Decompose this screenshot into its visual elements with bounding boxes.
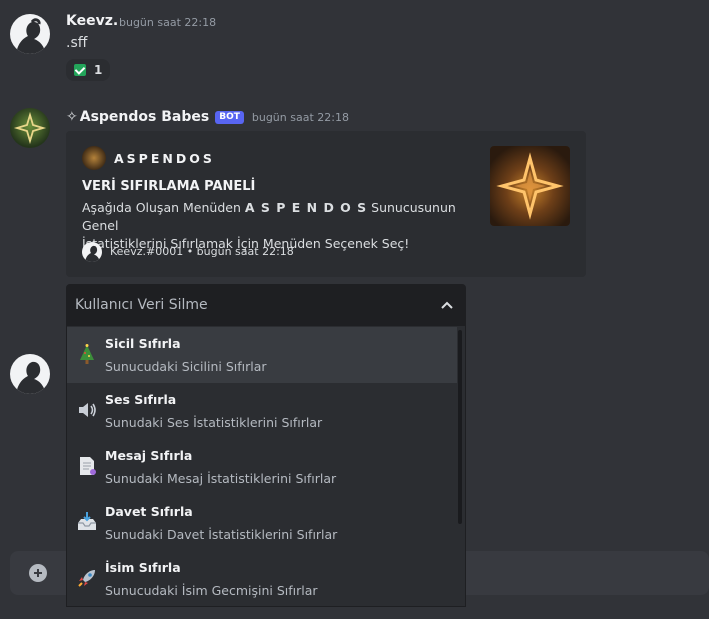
option-ses[interactable]: Ses Sıfırla Sunudaki Ses İstatistiklerin…: [67, 383, 457, 439]
option-description: Sunudaki Davet İstatistiklerini Sıfırlar: [105, 527, 338, 542]
avatar-keevz[interactable]: [10, 14, 50, 54]
user-avatar-icon: [16, 361, 46, 394]
option-description: Sunucudaki Sicilini Sıfırlar: [105, 359, 267, 374]
check-icon: [74, 64, 86, 76]
embed-desc-part1: Aşağıda Oluşan Menüden: [82, 200, 245, 215]
reaction-count: 1: [94, 63, 103, 77]
embed-title: VERİ SIFIRLAMA PANELİ: [82, 179, 256, 194]
embed-footer-icon: [82, 242, 102, 262]
plus-icon: [34, 569, 42, 577]
embed-author-icon: [82, 146, 106, 170]
option-isim[interactable]: İsim Sıfırla Sunucudaki İsim Gecmişini S…: [67, 551, 457, 606]
christmas-tree-icon: [80, 344, 94, 364]
select-menu-options: Sicil Sıfırla Sunucudaki Sicilini Sıfırl…: [66, 326, 466, 607]
option-title: Davet Sıfırla: [105, 504, 193, 519]
avatar-keevz-2[interactable]: [10, 354, 50, 394]
select-placeholder: Kullanıcı Veri Silme: [75, 297, 208, 313]
bot-badge: BOT: [215, 110, 244, 124]
option-title: Ses Sıfırla: [105, 392, 177, 407]
embed: ASPENDOS VERİ SIFIRLAMA PANELİ Aşağıda O…: [66, 131, 586, 277]
avatar-bot[interactable]: [10, 108, 50, 148]
author-name[interactable]: Keevz.: [66, 13, 118, 29]
page-icon: [80, 457, 96, 475]
speaker-icon: [79, 403, 96, 417]
bot-author-name[interactable]: Aspendos Babes: [80, 109, 209, 125]
option-mesaj[interactable]: Mesaj Sıfırla Sunudaki Mesaj İstatistikl…: [67, 439, 457, 495]
star-logo-icon: [13, 111, 47, 145]
author-prefix: ✧: [66, 109, 78, 125]
option-description: Sunudaki Mesaj İstatistiklerini Sıfırlar: [105, 471, 337, 486]
option-title: Mesaj Sıfırla: [105, 448, 193, 463]
rocket-icon: [78, 570, 95, 587]
embed-footer-text: Keevz.#0001 • bugün saat 22:18: [110, 245, 294, 258]
option-title: İsim Sıfırla: [105, 560, 181, 575]
select-menu-header[interactable]: Kullanıcı Veri Silme: [66, 284, 466, 326]
add-attachment-icon[interactable]: [29, 564, 47, 582]
menu-scrollbar[interactable]: [458, 330, 462, 524]
inbox-tray-icon: [78, 512, 96, 530]
embed-author-name[interactable]: ASPENDOS: [114, 151, 215, 166]
chevron-up-icon[interactable]: [440, 298, 454, 312]
message-content: .sff: [66, 35, 88, 51]
option-title: Sicil Sıfırla: [105, 336, 181, 351]
bot-timestamp: bugün saat 22:18: [251, 110, 349, 124]
embed-thumbnail[interactable]: [490, 146, 570, 226]
option-description: Sunucudaki İsim Gecmişini Sıfırlar: [105, 583, 318, 598]
bot-header: ✧ Aspendos Babes BOT bugün saat 22:18: [66, 109, 349, 125]
aspendos-star-icon: [496, 152, 564, 220]
footer-avatar-icon: [85, 245, 100, 262]
user-avatar-icon: [16, 18, 46, 54]
embed-desc-bold: A S P E N D O S: [244, 200, 368, 215]
reaction-button[interactable]: 1: [66, 59, 110, 81]
message-timestamp: bugün saat 22:18: [119, 16, 217, 29]
option-description: Sunudaki Ses İstatistiklerini Sıfırlar: [105, 415, 323, 430]
option-davet[interactable]: Davet Sıfırla Sunudaki Davet İstatistikl…: [67, 495, 457, 551]
option-sicil[interactable]: Sicil Sıfırla Sunucudaki Sicilini Sıfırl…: [67, 327, 457, 383]
